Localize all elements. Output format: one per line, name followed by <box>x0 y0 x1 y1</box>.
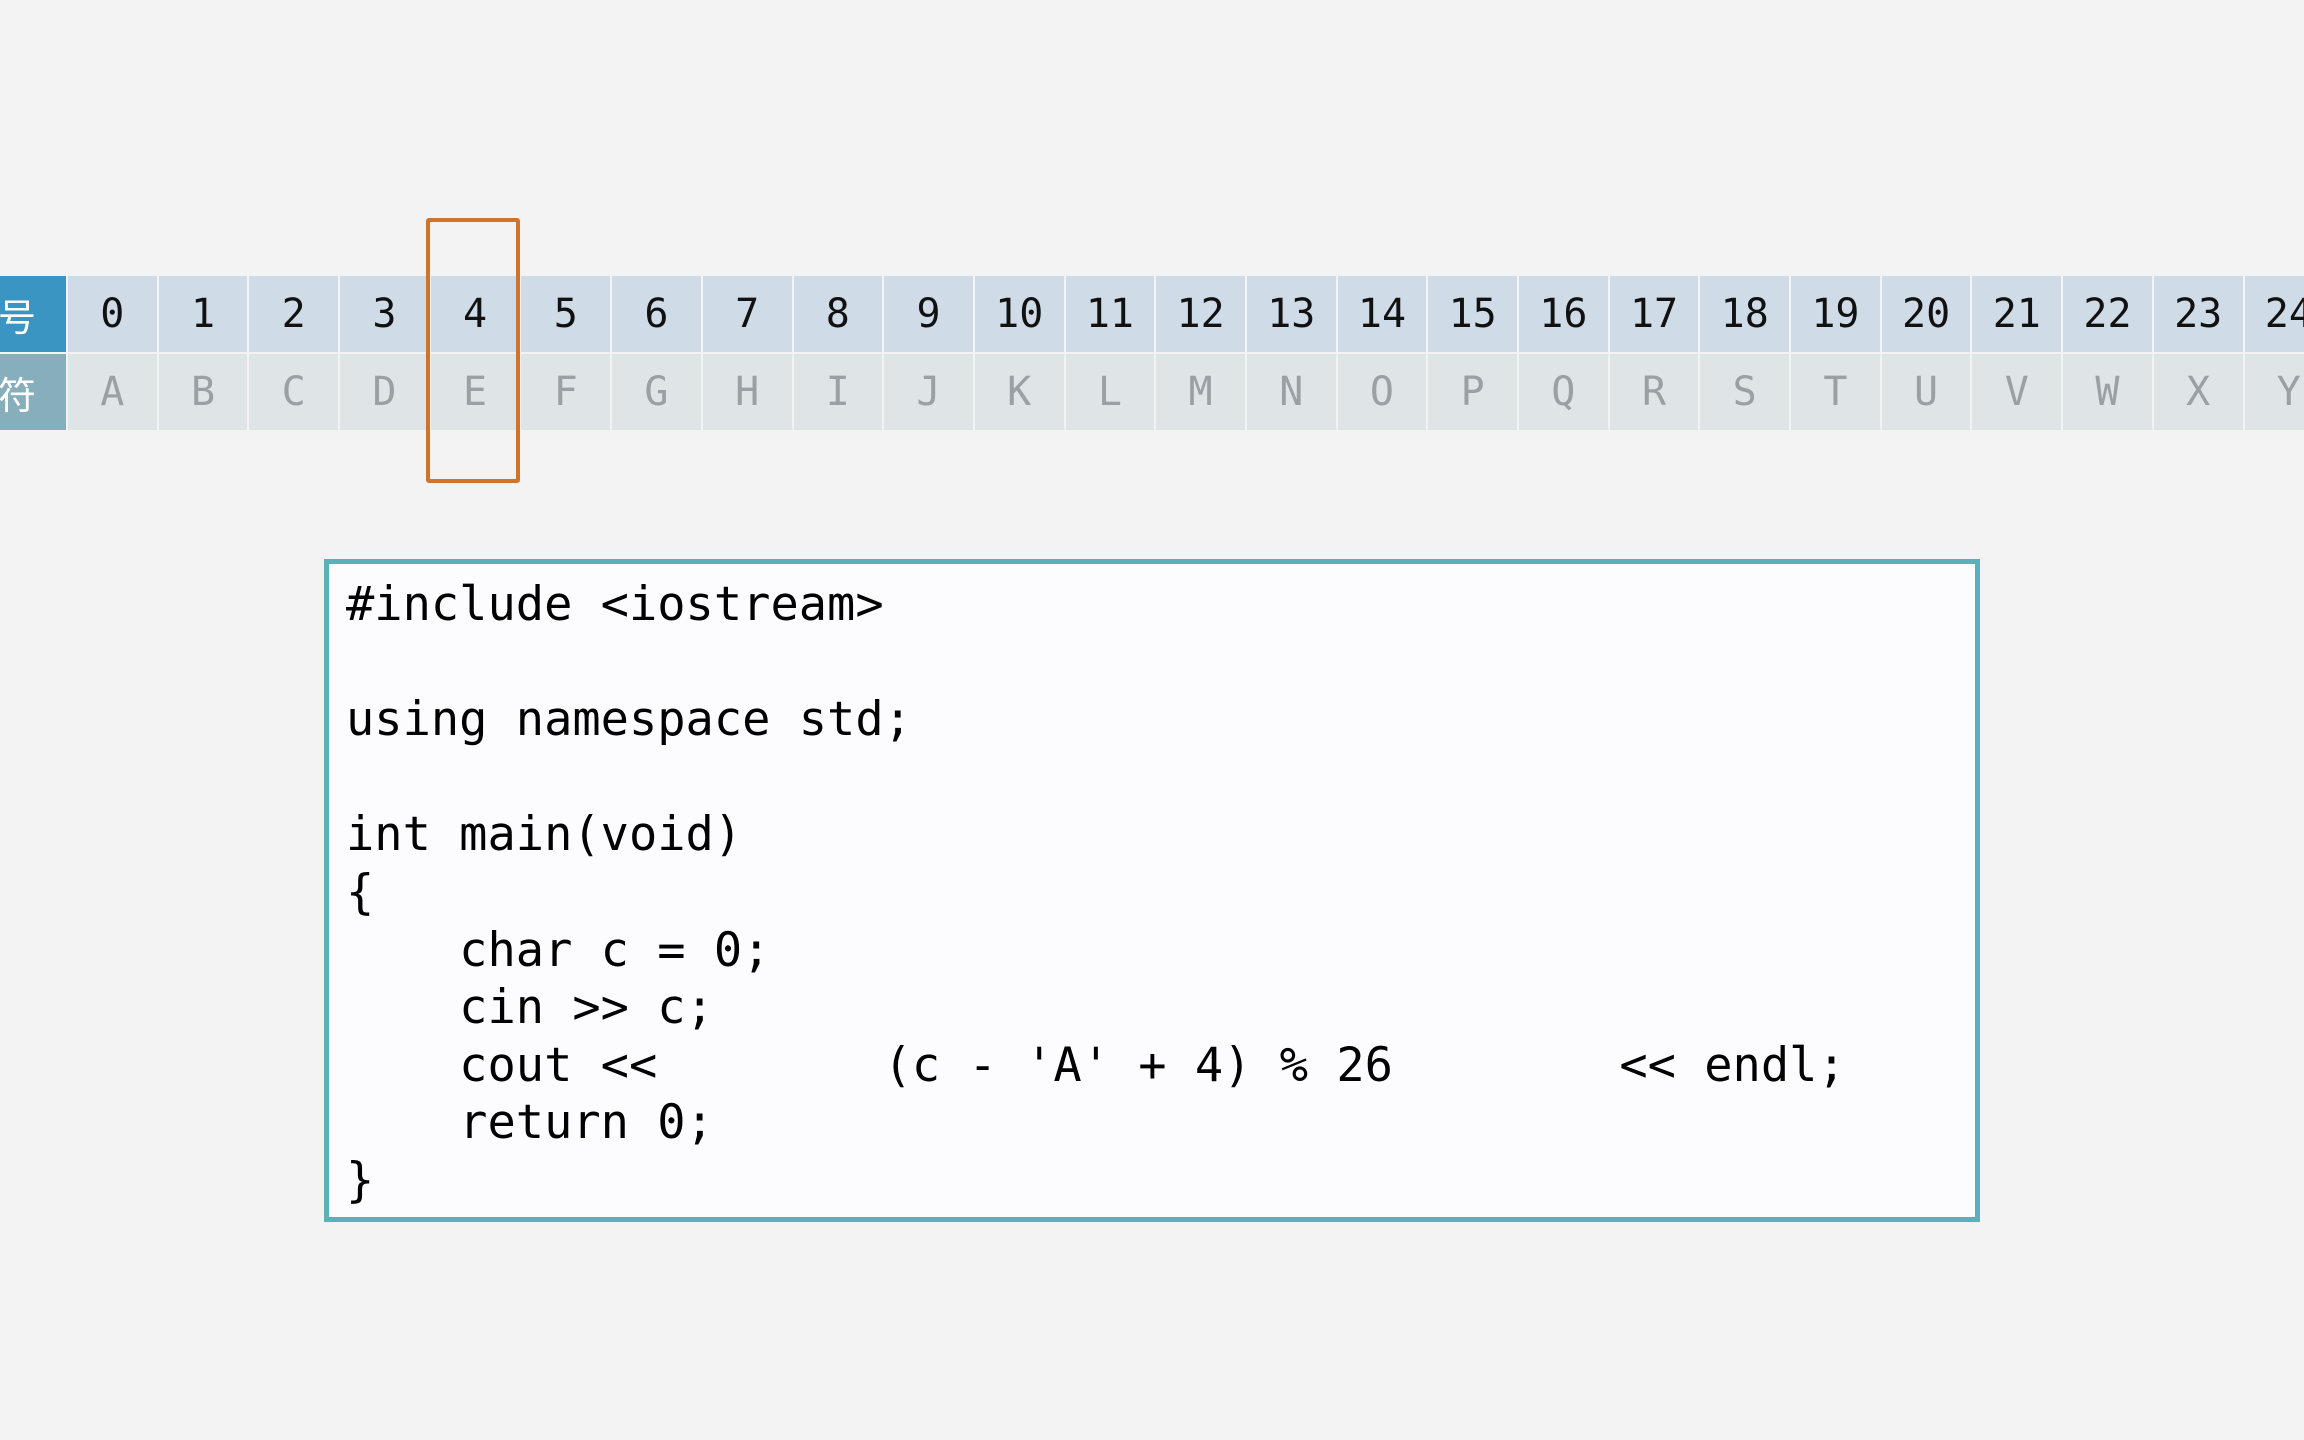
index-cell: 20 <box>1881 276 1971 352</box>
index-cell: 1 <box>158 276 248 352</box>
row-header-char: 符 <box>0 354 66 430</box>
char-cell: M <box>1156 354 1245 430</box>
table-column: 6G <box>612 276 701 430</box>
char-cell: L <box>1065 354 1155 430</box>
index-cell: 2 <box>249 276 339 352</box>
table-column: 17 R <box>1609 276 1699 430</box>
index-cell: 17 <box>1609 276 1699 352</box>
char-cell: A <box>68 354 157 430</box>
table-column: 21 V <box>1972 276 2062 430</box>
table-column: 1B <box>158 276 248 430</box>
table-column: 12 M <box>1156 276 1245 430</box>
code-line: cin >> c; <box>346 980 714 1036</box>
index-cell: 19 <box>1791 276 1880 352</box>
index-cell: 4 <box>430 276 520 352</box>
table-column: 3D <box>340 276 429 430</box>
index-cell: 16 <box>1519 276 1608 352</box>
code-line: return 0; <box>346 1095 714 1151</box>
table-column: 16 Q <box>1519 276 1608 430</box>
char-cell: K <box>974 354 1064 430</box>
table-column: 24 Y <box>2244 276 2304 430</box>
char-cell: Q <box>1519 354 1608 430</box>
table-column: 11 L <box>1065 276 1155 430</box>
char-cell: J <box>884 354 973 430</box>
index-cell: 5 <box>521 276 611 352</box>
code-editor: #include <iostream> using namespace std; i… <box>324 559 1980 1222</box>
char-cell: D <box>340 354 429 430</box>
char-cell: E <box>430 354 520 430</box>
char-cell: I <box>793 354 883 430</box>
char-cell: G <box>612 354 701 430</box>
table-column: 8I <box>793 276 883 430</box>
table-column: 23 X <box>2153 276 2243 430</box>
char-cell: H <box>702 354 792 430</box>
char-cell: Y <box>2244 354 2304 430</box>
index-cell: 13 <box>1246 276 1336 352</box>
table-column: 14 O <box>1337 276 1427 430</box>
table-column: 19 T <box>1791 276 1880 430</box>
char-cell: O <box>1337 354 1427 430</box>
code-line: #include <iostream> <box>346 577 884 632</box>
table-column: 18 S <box>1700 276 1790 430</box>
code-block: #include <iostream> using namespace std; i… <box>346 576 1975 1210</box>
index-cell: 23 <box>2153 276 2243 352</box>
row-header-char-label: 符 <box>0 373 36 418</box>
char-cell: P <box>1428 354 1517 430</box>
char-cell: T <box>1791 354 1880 430</box>
index-cell: 3 <box>340 276 429 352</box>
code-line: char c = 0; <box>346 922 771 978</box>
index-cell: 24 <box>2244 276 2304 352</box>
code-line: { <box>346 864 375 920</box>
table-column: 0A <box>68 276 157 430</box>
table-column: 4E <box>430 276 520 430</box>
table-column: 7H <box>702 276 792 430</box>
char-cell: C <box>249 354 339 430</box>
index-cell: 10 <box>974 276 1064 352</box>
char-cell: U <box>1881 354 1971 430</box>
table-columns: 0 A 1 B 2 C 3 D 4 E 5 F 6 G 7 H 8 I 9 J 10 K 11 L 12 M 13 N 14 O 15 P 16… <box>68 276 2304 430</box>
table-column: 9J <box>884 276 973 430</box>
char-cell: N <box>1246 354 1336 430</box>
table-column: 5F <box>521 276 611 430</box>
char-cell: B <box>158 354 248 430</box>
code-line: cout << (c - 'A' + 4) % 26 << endl; <box>346 1037 1846 1093</box>
char-cell: R <box>1609 354 1699 430</box>
code-line: } <box>346 1152 375 1208</box>
index-cell: 9 <box>884 276 973 352</box>
table-column: 2C <box>249 276 339 430</box>
index-cell: 6 <box>612 276 701 352</box>
index-cell: 15 <box>1428 276 1517 352</box>
table-column: 13 N <box>1246 276 1336 430</box>
table-column: 20 U <box>1881 276 1971 430</box>
index-cell: 11 <box>1065 276 1155 352</box>
row-header-column: 号 符 <box>0 276 66 430</box>
index-cell: 7 <box>702 276 792 352</box>
table-column: 22 W <box>2063 276 2152 430</box>
index-cell: 8 <box>793 276 883 352</box>
char-cell: S <box>1700 354 1790 430</box>
char-cell: X <box>2153 354 2243 430</box>
row-header-index: 号 <box>0 276 66 352</box>
index-cell: 18 <box>1700 276 1790 352</box>
table-column: 10 K <box>974 276 1064 430</box>
row-header-index-label: 号 <box>0 295 36 340</box>
index-cell: 22 <box>2063 276 2152 352</box>
index-cell: 0 <box>68 276 157 352</box>
code-line: int main(void) <box>346 807 743 863</box>
char-cell: F <box>521 354 611 430</box>
code-line: using namespace std; <box>346 692 912 748</box>
index-cell: 21 <box>1972 276 2062 352</box>
index-char-table: 号 符 0 A 1 B 2 C 3 D 4 E 5 F 6 G 7 H 8 I 9 J 10 K 11 L 12 M 13 N 14 O 1… <box>0 276 2304 430</box>
index-cell: 12 <box>1156 276 1245 352</box>
char-cell: V <box>1972 354 2062 430</box>
char-cell: W <box>2063 354 2152 430</box>
index-cell: 14 <box>1337 276 1427 352</box>
table-column: 15 P <box>1428 276 1517 430</box>
